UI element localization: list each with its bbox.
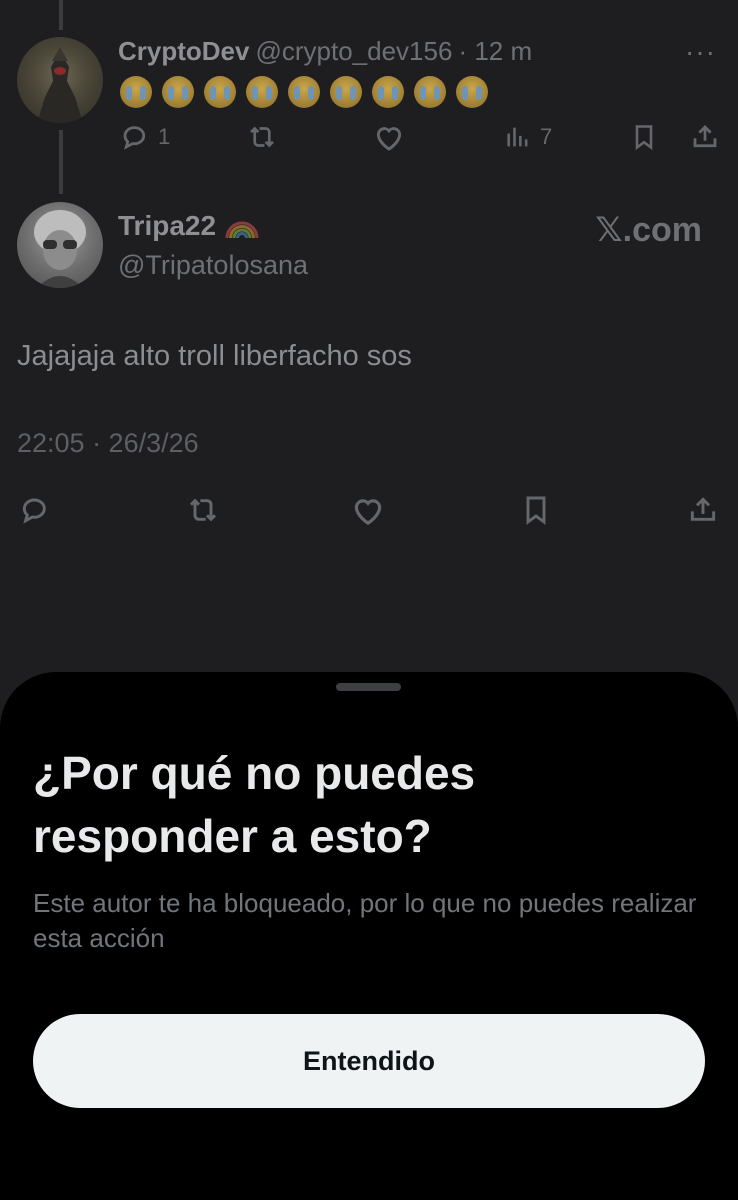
repost-icon (189, 498, 217, 522)
views-button[interactable]: 7 (504, 122, 552, 152)
loudly-crying-face-icon (288, 76, 320, 108)
user-handle[interactable]: @crypto_dev156 (255, 36, 452, 66)
sheet-body: Este autor te ha bloqueado, por lo que n… (33, 888, 697, 953)
entendido-button[interactable]: Entendido (33, 1014, 705, 1108)
bookmark-icon (635, 125, 653, 151)
loudly-crying-face-icon (246, 76, 278, 108)
repost-button[interactable] (184, 494, 222, 526)
like-button[interactable] (350, 494, 386, 526)
x-watermark: 𝕏.com (595, 211, 702, 249)
reply-button[interactable]: 1 (120, 122, 170, 152)
reply-icon (123, 126, 146, 150)
rainbow-icon (224, 212, 260, 240)
share-icon (693, 125, 717, 148)
sheet-title: ¿Por qué no puedes responder a esto? (33, 747, 476, 862)
share-button[interactable] (686, 494, 720, 526)
reply-button[interactable] (18, 494, 52, 526)
loudly-crying-face-icon (162, 76, 194, 108)
more-horizontal-icon[interactable]: ··· (685, 36, 716, 68)
display-name-row: Tripa22 (118, 210, 260, 242)
display-name[interactable]: Tripa22 (118, 210, 216, 242)
bookmark-button[interactable] (520, 494, 552, 526)
loudly-crying-face-icon (120, 76, 152, 108)
loudly-crying-face-icon (204, 76, 236, 108)
like-button[interactable] (373, 122, 405, 152)
reply-icon (22, 498, 46, 524)
views-count: 7 (540, 124, 553, 149)
loudly-crying-face-icon (414, 76, 446, 108)
views-icon (507, 127, 528, 147)
blocked-bottom-sheet: ¿Por qué no puedes responder a esto? Est… (0, 672, 738, 1200)
loudly-crying-face-icon (330, 76, 362, 108)
loudly-crying-face-icon (372, 76, 404, 108)
avatar-image (34, 210, 86, 288)
tweet-timestamp[interactable]: 22:05 · 26/3/26 (17, 428, 199, 459)
tweet-detail-page: CryptoDev@crypto_dev156· 12 m ··· 1 7 (0, 0, 738, 1200)
heart-icon (354, 499, 382, 525)
avatar[interactable] (17, 202, 103, 288)
display-name[interactable]: CryptoDev (118, 36, 249, 66)
repost-icon (250, 126, 274, 148)
heart-icon (376, 127, 402, 151)
bookmark-icon (526, 496, 546, 525)
reply-count: 1 (158, 124, 171, 149)
tweet-text: Jajajaja alto troll liberfacho sos (17, 340, 412, 372)
sheet-grabber[interactable] (336, 683, 401, 691)
share-button[interactable] (690, 122, 720, 152)
user-handle[interactable]: @Tripatolosana (118, 250, 308, 281)
thread-line (59, 0, 63, 30)
share-icon (690, 497, 716, 521)
bookmark-button[interactable] (630, 122, 658, 152)
repost-button[interactable] (245, 122, 279, 152)
thread-line (59, 130, 63, 194)
loudly-crying-face-icon (456, 76, 488, 108)
parent-tweet-header: CryptoDev @crypto_dev156 · 12 m (118, 36, 532, 67)
avatar-image (37, 47, 83, 123)
tweet-time: · 12 m (458, 36, 533, 66)
avatar[interactable] (17, 37, 103, 123)
tweet-emoji-text (120, 76, 488, 108)
